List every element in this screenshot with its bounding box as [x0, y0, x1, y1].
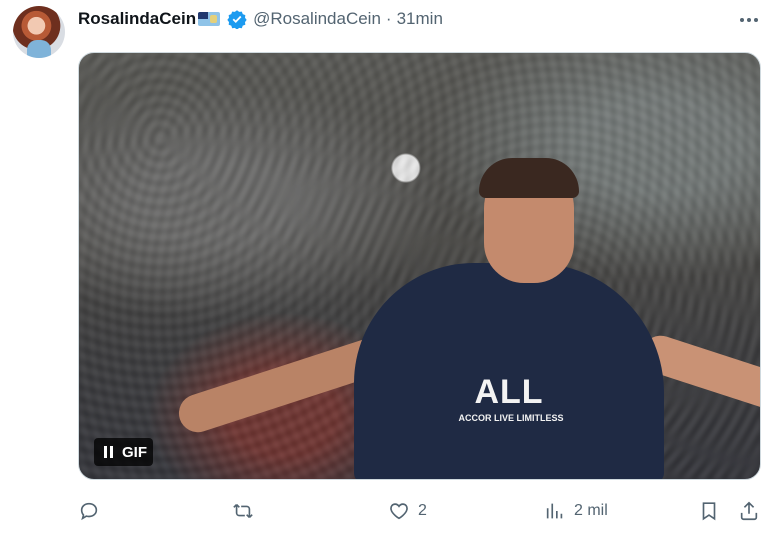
tweet-time[interactable]: 31min [397, 9, 443, 29]
like-button[interactable]: 2 [388, 496, 427, 526]
views-button[interactable]: 2 mil [544, 496, 608, 526]
retweet-icon [231, 500, 255, 522]
bookmark-button[interactable] [698, 496, 720, 526]
share-button[interactable] [738, 496, 760, 526]
more-icon[interactable] [734, 9, 764, 31]
bookmark-icon [698, 500, 720, 522]
jersey-sponsor-sub: ACCOR LIVE LIMITLESS [458, 413, 564, 423]
player-hair [479, 158, 579, 198]
share-icon [738, 500, 760, 522]
jersey-sponsor: ALL [474, 373, 544, 411]
gif-label: GIF [122, 443, 147, 461]
reply-button[interactable] [78, 496, 108, 526]
views-count: 2 mil [574, 502, 608, 519]
tweet-actions: 2 2 mil [78, 496, 768, 526]
tweet-media-gif[interactable]: ALL ACCOR LIVE LIMITLESS GIF [78, 52, 761, 480]
display-name[interactable]: RosalindaCein [78, 9, 196, 29]
gif-badge: GIF [94, 438, 153, 466]
pause-icon[interactable] [94, 438, 122, 466]
tweet-header: RosalindaCein @RosalindaCein · 31min [78, 8, 443, 30]
flag-icon [198, 12, 221, 26]
like-icon [388, 500, 410, 522]
verified-icon[interactable] [227, 9, 247, 29]
user-handle[interactable]: @RosalindaCein [253, 9, 381, 29]
like-count: 2 [418, 502, 427, 519]
reply-icon [78, 500, 100, 522]
player-jersey [354, 263, 664, 479]
separator-dot: · [385, 9, 392, 28]
views-icon [544, 500, 566, 522]
avatar[interactable] [13, 6, 65, 58]
retweet-button[interactable] [231, 496, 263, 526]
